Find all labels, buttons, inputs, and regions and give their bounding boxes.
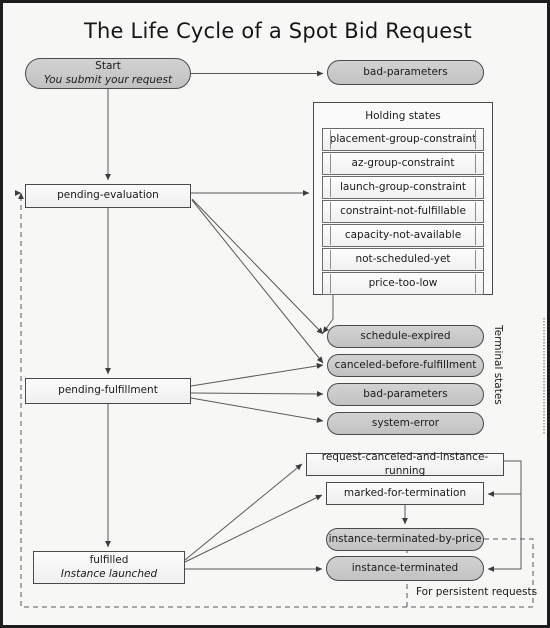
node-start-sublabel: You submit your request [43,73,173,86]
node-bad-parameters-terminal[interactable]: bad-parameters [327,383,484,406]
holding-state-label: price-too-low [368,276,438,289]
node-request-canceled-and-instance-running[interactable]: request-canceled-and-instance-running [306,451,504,477]
node-fulfilled-sublabel: Instance launched [60,567,158,580]
holding-state-item[interactable]: capacity-not-available [322,224,484,247]
node-request-canceled-and-instance-running-label: request-canceled-and-instance-running [321,451,489,477]
holding-state-item[interactable]: not-scheduled-yet [322,248,484,271]
holding-state-label: capacity-not-available [344,228,462,241]
node-instance-terminated-label: instance-terminated [351,561,459,574]
holding-state-label: constraint-not-fulfillable [340,204,466,217]
terminal-states-label: Terminal states [492,325,504,405]
persistent-requests-label: For persistent requests [416,586,538,598]
holding-state-label: launch-group-constraint [339,180,467,193]
node-canceled-before-fulfillment-label: canceled-before-fulfillment [334,358,477,371]
node-bad-parameters-terminal-label: bad-parameters [363,387,448,400]
node-system-error[interactable]: system-error [327,412,484,435]
node-pending-fulfillment-label: pending-fulfillment [58,384,158,397]
holding-state-label: not-scheduled-yet [355,252,451,265]
node-schedule-expired[interactable]: schedule-expired [327,325,484,348]
holding-state-item[interactable]: az-group-constraint [322,152,484,175]
node-fulfilled-label: fulfilled [89,554,129,567]
node-start[interactable]: Start You submit your request [25,58,191,89]
holding-state-item[interactable]: placement-group-constraint [322,128,484,151]
node-bad-parameters-top-label: bad-parameters [363,65,448,78]
node-instance-terminated-by-price-label: instance-terminated-by-price [328,532,482,545]
node-system-error-label: system-error [371,416,440,429]
holding-state-item[interactable]: constraint-not-fulfillable [322,200,484,223]
node-fulfilled[interactable]: fulfilled Instance launched [33,551,185,584]
holding-state-label: az-group-constraint [351,156,455,169]
node-instance-terminated[interactable]: instance-terminated [326,556,484,581]
node-pending-evaluation[interactable]: pending-evaluation [25,184,191,208]
node-bad-parameters-top[interactable]: bad-parameters [327,60,484,85]
diagram-page: The Life Cycle of a Spot Bid Request Sta… [0,0,550,628]
holding-states-title: Holding states [365,110,441,122]
node-pending-evaluation-label: pending-evaluation [57,189,159,202]
node-instance-terminated-by-price[interactable]: instance-terminated-by-price [326,528,484,551]
node-marked-for-termination[interactable]: marked-for-termination [326,482,484,505]
node-marked-for-termination-label: marked-for-termination [343,486,467,499]
node-canceled-before-fulfillment[interactable]: canceled-before-fulfillment [327,354,484,377]
node-pending-fulfillment[interactable]: pending-fulfillment [25,378,191,404]
holding-state-item[interactable]: launch-group-constraint [322,176,484,199]
holding-states-container: Holding states placement-group-constrain… [313,102,493,295]
node-schedule-expired-label: schedule-expired [360,329,451,342]
holding-state-label: placement-group-constraint [329,132,477,145]
holding-state-item[interactable]: price-too-low [322,272,484,295]
node-start-label: Start [95,60,121,73]
